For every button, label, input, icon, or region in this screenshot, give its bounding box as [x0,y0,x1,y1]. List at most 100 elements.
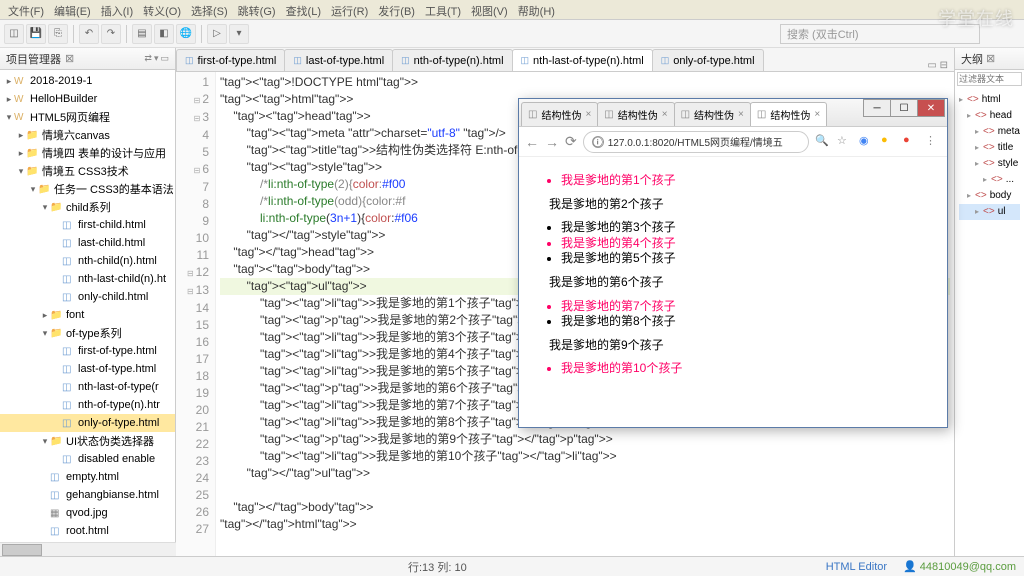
menu-item[interactable]: 文件(F) [4,2,48,17]
tree-item[interactable]: ◫nth-last-of-type(r [0,378,175,396]
menu-item[interactable]: 工具(T) [421,2,465,17]
tree-item[interactable]: ▾📁child系列 [0,198,175,216]
tree-item[interactable]: ▾📁情境五 CSS3技术 [0,162,175,180]
list-item: 我是爹地的第8个孩子 [561,314,947,330]
browser-tab[interactable]: ◫结构性伪× [597,102,674,126]
tree-item[interactable]: ◫empty.html [0,468,175,486]
tb-save[interactable]: 💾 [26,24,46,44]
nav-fwd[interactable]: → [545,134,559,150]
ext3-icon[interactable]: ● [903,134,919,150]
panel-min-icon[interactable]: ▭ [160,53,169,64]
editor-tab[interactable]: ◫nth-of-type(n).html [392,49,512,71]
tree-item[interactable]: ▸WHelloHBuilder [0,90,175,108]
editor-tab[interactable]: ◫last-of-type.html [284,49,393,71]
line-gutter: 1⊟2⊟345⊟67891011⊟12⊟13141516171819202122… [176,72,216,556]
tb-b3[interactable]: 🌐 [176,24,196,44]
tree-item[interactable]: ◫gehangbianse.html [0,486,175,504]
nav-back[interactable]: ← [525,134,539,150]
editor-tab[interactable]: ◫only-of-type.html [652,49,764,71]
menu-item[interactable]: 转义(O) [139,2,185,17]
ext1-icon[interactable]: ◉ [859,134,875,150]
editor-tab[interactable]: ◫first-of-type.html [176,49,285,71]
tree-item[interactable]: ◫nth-last-child(n).ht [0,270,175,288]
outline-panel: 大纲 ⊠ ▸<>html▸<>head▸<>meta▸<>title▸<>sty… [954,48,1024,556]
browser-window: ◫结构性伪×◫结构性伪×◫结构性伪×◫结构性伪× ─ ☐ ✕ ← → ⟳ ⓘ12… [518,98,948,428]
tree-item[interactable]: ◫last-of-type.html [0,360,175,378]
tree-item[interactable]: ◫nth-child(n).html [0,252,175,270]
menu-item[interactable]: 编辑(E) [50,2,95,17]
outline-item[interactable]: ▸<>body [959,188,1020,204]
panel-link-icon[interactable]: ⇄ [144,53,152,64]
menu-item[interactable]: 发行(B) [374,2,419,17]
zoom-icon[interactable]: 🔍 [815,134,831,150]
outline-tree[interactable]: ▸<>html▸<>head▸<>meta▸<>title▸<>style▸<>… [955,88,1024,224]
win-min[interactable]: ─ [863,99,891,117]
address-bar[interactable]: ⓘ127.0.0.1:8020/HTML5网页编程/情境五 [583,131,809,153]
list-item: 我是爹地的第10个孩子 [561,361,947,377]
outline-item[interactable]: ▸<>html [959,92,1020,108]
tree-item[interactable]: ◫only-child.html [0,288,175,306]
panel-menu-icon[interactable]: ▾ [154,53,159,64]
tb-run[interactable]: ▷ [207,24,227,44]
tree-item[interactable]: ▾📁UI状态伪类选择器 [0,432,175,450]
filter-input[interactable] [957,72,1022,86]
tb-redo[interactable]: ↷ [101,24,121,44]
menu-item[interactable]: 选择(S) [187,2,232,17]
tb-undo[interactable]: ↶ [79,24,99,44]
watermark: 学堂在线 [938,5,1014,31]
outline-item[interactable]: ▸<>style [959,156,1020,172]
star-icon[interactable]: ☆ [837,134,853,150]
file-tree[interactable]: ▸W2018-2019-1▸WHelloHBuilder▾WHTML5网页编程▸… [0,70,175,556]
browser-titlebar[interactable]: ◫结构性伪×◫结构性伪×◫结构性伪×◫结构性伪× ─ ☐ ✕ [519,99,947,127]
tree-item[interactable]: ▾WHTML5网页编程 [0,108,175,126]
tree-item[interactable]: ▾📁of-type系列 [0,324,175,342]
tree-item[interactable]: ◫last-child.html [0,234,175,252]
menu-item[interactable]: 插入(I) [97,2,137,17]
outline-title: 大纲 [961,51,983,67]
menu-item[interactable]: 查找(L) [282,2,325,17]
paragraph: 我是爹地的第6个孩子 [549,275,947,291]
win-close[interactable]: ✕ [917,99,945,117]
menu-item[interactable]: 帮助(H) [514,2,559,17]
tree-item[interactable]: ▾📁任务一 CSS3的基本语法 [0,180,175,198]
user-link[interactable]: 44810049@qq.com [920,561,1016,573]
browser-tab[interactable]: ◫结构性伪× [750,102,827,126]
menu-item[interactable]: 跳转(G) [234,2,280,17]
tree-item[interactable]: ◫only-of-type.html [0,414,175,432]
tree-item[interactable]: ▸W2018-2019-1 [0,72,175,90]
tree-item[interactable]: ▸📁情境六canvas [0,126,175,144]
tree-item[interactable]: ◫first-of-type.html [0,342,175,360]
tree-item[interactable]: ◫nth-of-type(n).htr [0,396,175,414]
outline-item[interactable]: ▸<>meta [959,124,1020,140]
statusbar: 行:13 列: 10 HTML Editor 👤 44810049@qq.com [0,556,1024,576]
tree-item[interactable]: ▸📁font [0,306,175,324]
outline-item[interactable]: ▸<>... [959,172,1020,188]
tb-b1[interactable]: ▤ [132,24,152,44]
h-scrollbar[interactable] [0,542,176,556]
tree-item[interactable]: ◫root.html [0,522,175,540]
browser-tab[interactable]: ◫结构性伪× [521,102,598,126]
ext2-icon[interactable]: ● [881,134,897,150]
browser-tab[interactable]: ◫结构性伪× [674,102,751,126]
browser-tabs: ◫结构性伪×◫结构性伪×◫结构性伪×◫结构性伪× [521,102,826,126]
menu-item[interactable]: 视图(V) [467,2,512,17]
menu-item[interactable]: 运行(R) [327,2,372,17]
tree-item[interactable]: ▸📁情境四 表单的设计与应用 [0,144,175,162]
menu-icon[interactable]: ⋮ [925,134,941,150]
outline-item[interactable]: ▸<>ul [959,204,1020,220]
tree-item[interactable]: ▦qvod.jpg [0,504,175,522]
tb-cfg[interactable]: ▾ [229,24,249,44]
outline-item[interactable]: ▸<>title [959,140,1020,156]
tb-b2[interactable]: ◧ [154,24,174,44]
tree-item[interactable]: ◫first-child.html [0,216,175,234]
outline-item[interactable]: ▸<>head [959,108,1020,124]
tb-new[interactable]: ◫ [4,24,24,44]
list-item: 我是爹地的第5个孩子 [561,251,947,267]
menubar: 文件(F)编辑(E)插入(I)转义(O)选择(S)跳转(G)查找(L)运行(R)… [0,0,1024,20]
tb-saveall[interactable]: ⎘ [48,24,68,44]
nav-reload[interactable]: ⟳ [565,133,577,150]
win-max[interactable]: ☐ [890,99,918,117]
editor-tab[interactable]: ◫nth-last-of-type(n).html [512,49,653,71]
paragraph: 我是爹地的第2个孩子 [549,197,947,213]
tree-item[interactable]: ◫disabled enable [0,450,175,468]
